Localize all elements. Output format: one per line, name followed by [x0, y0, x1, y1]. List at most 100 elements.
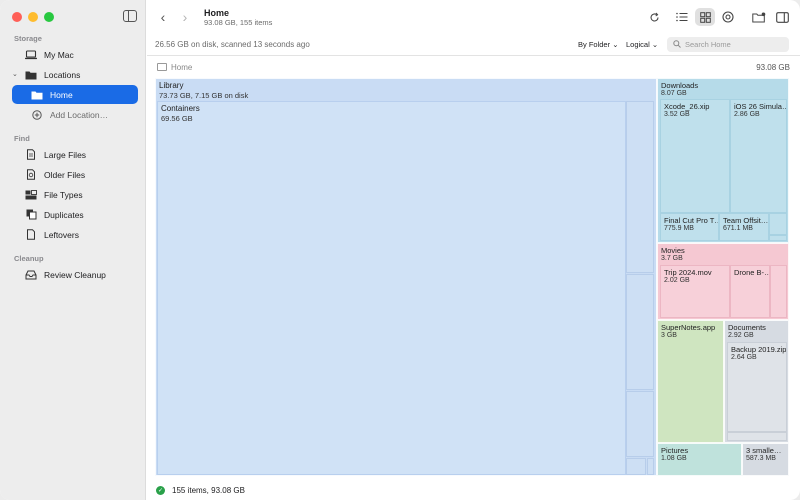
block-size: 3.7 GB [661, 255, 683, 262]
block-name: Downloads [661, 81, 699, 90]
treemap-block-smaller-items[interactable]: 3 smalle… 587.3 MB [742, 443, 789, 476]
sidebar-item-duplicates[interactable]: Duplicates [12, 205, 138, 224]
sidebar-item-leftovers[interactable]: Leftovers [12, 225, 138, 244]
duplicate-icon [24, 208, 38, 222]
treemap-block-small[interactable] [769, 213, 787, 235]
block-size: 73.73 GB, 7.15 GB on disk [159, 91, 249, 100]
treemap-block-xcode[interactable]: Xcode_26.xip 3.52 GB [660, 99, 730, 213]
treemap: Library 73.73 GB, 7.15 GB on disk Contai… [147, 77, 800, 481]
status-text: 155 items, 93.08 GB [172, 486, 245, 495]
treemap-block-small[interactable] [727, 432, 787, 441]
search-field[interactable] [667, 37, 789, 52]
treemap-block-small[interactable] [770, 265, 787, 318]
sidebar-item-locations[interactable]: Locations [12, 65, 138, 84]
treemap-block-backup-2019[interactable]: Backup 2019.zip 2.64 GB [727, 342, 787, 432]
sidebar-item-label: Duplicates [44, 209, 84, 220]
block-name: iOS 26 Simula… [734, 102, 787, 111]
zoom-button[interactable] [44, 12, 54, 22]
tray-icon [24, 268, 38, 282]
search-input[interactable] [685, 40, 785, 49]
sidebar-item-file-types[interactable]: File Types [12, 185, 138, 204]
sidebar-item-large-files[interactable]: Large Files [12, 145, 138, 164]
folder-icon [30, 88, 44, 102]
treemap-block-documents[interactable]: Documents 2.92 GB Backup 2019.zip 2.64 G… [724, 320, 789, 443]
group-by-dropdown[interactable]: By Folder ⌄ [578, 40, 619, 49]
sidebar-item-review-cleanup[interactable]: Review Cleanup [12, 265, 138, 284]
block-size: 587.3 MB [746, 455, 776, 462]
treemap-block-small[interactable] [626, 101, 654, 273]
sidebar-item-label: Leftovers [44, 229, 79, 240]
size-mode-dropdown[interactable]: Logical ⌄ [626, 40, 658, 49]
treemap-block-small[interactable] [626, 458, 646, 475]
plus-circle-icon [30, 108, 44, 122]
folder-icon [24, 68, 38, 82]
treemap-block-pictures[interactable]: Pictures 1.08 GB [657, 443, 742, 476]
sidebar-item-label: Home [50, 89, 73, 100]
sidebar-item-label: My Mac [44, 49, 74, 60]
treemap-block-team-offsite[interactable]: Team Offsit… 671.1 MB [719, 213, 769, 241]
treemap-block-downloads[interactable]: Downloads 8.07 GB Xcode_26.xip 3.52 GB i… [657, 78, 789, 243]
treemap-block-library[interactable]: Library 73.73 GB, 7.15 GB on disk Contai… [155, 78, 657, 476]
block-name: Drone B-… [734, 268, 770, 277]
sidebar-toggle-icon[interactable] [123, 10, 137, 22]
sidebar: Storage My Mac ⌄ Locations Home Add Loca… [0, 0, 146, 500]
sidebar-item-add-location[interactable]: Add Location… [12, 105, 138, 124]
block-name: Team Offsit… [723, 216, 769, 225]
sidebar-item-my-mac[interactable]: My Mac [12, 45, 138, 64]
block-size: 2.64 GB [731, 354, 757, 361]
path-bar: Home 93.08 GB [147, 57, 800, 77]
close-button[interactable] [12, 12, 22, 22]
folder-icon [157, 63, 167, 71]
target-icon[interactable] [718, 8, 738, 26]
treemap-block-small[interactable] [626, 391, 654, 457]
treemap-block-drone[interactable]: Drone B-… [730, 265, 770, 318]
block-name: Backup 2019.zip [731, 345, 787, 354]
block-size: 69.56 GB [161, 114, 193, 123]
list-view-icon[interactable] [672, 8, 692, 26]
treemap-block-movies[interactable]: Movies 3.7 GB Trip 2024.mov 2.02 GB Dron… [657, 243, 789, 320]
treemap-block-small[interactable] [647, 458, 654, 475]
treemap-block-small[interactable] [626, 274, 654, 390]
block-name: Xcode_26.xip [664, 102, 710, 111]
block-size: 775.9 MB [664, 225, 694, 232]
minimize-button[interactable] [28, 12, 38, 22]
laptop-icon [24, 48, 38, 62]
chevron-left-icon[interactable]: ‹ [154, 8, 172, 26]
block-size: 8.07 GB [661, 90, 687, 97]
sidebar-item-older-files[interactable]: Older Files [12, 165, 138, 184]
path-size: 93.08 GB [756, 63, 790, 72]
treemap-block-final-cut[interactable]: Final Cut Pro T… 775.9 MB [660, 213, 719, 241]
sidebar-right-icon[interactable] [772, 8, 792, 26]
grid-view-icon[interactable] [695, 8, 715, 26]
refresh-icon[interactable] [644, 8, 664, 26]
section-header-find: Find [14, 134, 30, 143]
treemap-block-ios-simulator[interactable]: iOS 26 Simula… 2.86 GB [730, 99, 787, 213]
chevron-down-icon: ⌄ [612, 40, 619, 49]
window-title: Home [204, 8, 230, 18]
block-size: 3.52 GB [664, 111, 690, 118]
app-window: Storage My Mac ⌄ Locations Home Add Loca… [0, 0, 800, 500]
treemap-block-trip-2024[interactable]: Trip 2024.mov 2.02 GB [660, 265, 730, 318]
block-name: Trip 2024.mov [664, 268, 712, 277]
sidebar-item-home[interactable]: Home [12, 85, 138, 104]
size-mode-label: Logical [626, 40, 650, 49]
status-bar: ✓ 155 items, 93.08 GB [147, 481, 800, 500]
block-name: SuperNotes.app [661, 323, 716, 332]
sidebar-item-label: Large Files [44, 149, 87, 160]
block-size: 671.1 MB [723, 225, 753, 232]
chevron-right-icon[interactable]: › [176, 8, 194, 26]
folder-badge-icon[interactable] [749, 8, 769, 26]
leftover-document-icon [24, 228, 38, 242]
treemap-block-supernotes[interactable]: SuperNotes.app 3 GB [657, 320, 724, 443]
sidebar-item-label: Add Location… [50, 109, 109, 120]
section-header-cleanup: Cleanup [14, 254, 44, 263]
treemap-block-small[interactable] [769, 235, 787, 241]
document-clock-icon [24, 168, 38, 182]
block-name: Pictures [661, 446, 689, 455]
block-size: 1.08 GB [661, 455, 687, 462]
path-text[interactable]: Home [171, 63, 192, 72]
scan-status: 26.56 GB on disk, scanned 13 seconds ago [155, 40, 310, 49]
block-size: 3 GB [661, 332, 677, 339]
search-icon [673, 39, 681, 50]
treemap-block-containers[interactable]: Containers 69.56 GB [157, 101, 626, 475]
